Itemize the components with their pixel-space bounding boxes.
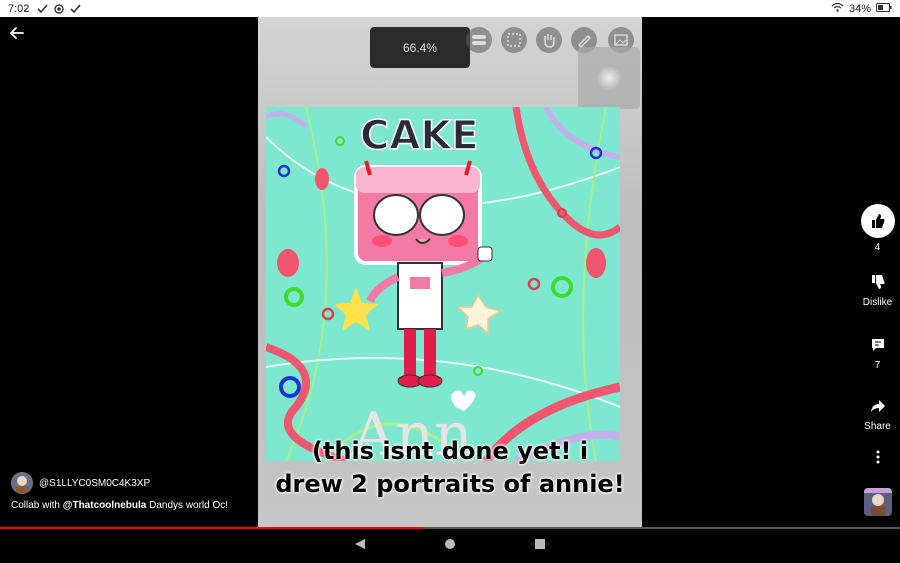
channel-row[interactable]: @S1LLYC0SM0C4K3XP [11,472,150,494]
video-frame[interactable]: 66.4% CAKE Ann (this isnt done yet! i dr… [258,17,642,527]
description-mention[interactable]: @Thatcoolnebula [63,500,147,511]
more-options-button[interactable] [855,450,900,467]
more-vert-icon [875,450,881,467]
status-bar: 7:02 34% [0,0,900,17]
art-title-text: CAKE [360,113,479,159]
color-preview [578,47,640,109]
thumbs-down-icon [870,275,886,293]
status-time: 7:02 [8,2,30,15]
share-arrow-icon [870,400,886,417]
nav-back-icon[interactable] [354,537,366,555]
dislike-button[interactable]: Dislike [855,274,900,308]
drawing-artwork: CAKE Ann [266,107,620,461]
video-description[interactable]: Collab with @Thatcoolnebula Dandys world… [11,500,228,511]
description-suffix: Dandys world Oc! [146,500,229,511]
comment-count: 7 [874,360,881,371]
share-label: Share [864,421,891,432]
comments-button[interactable]: 7 [855,337,900,371]
battery-icon [876,2,892,15]
comment-icon [870,339,886,356]
hand-icon [536,27,562,53]
sound-thumbnail[interactable] [864,488,892,516]
selection-icon [501,27,527,53]
battery-percent: 34% [848,2,871,15]
nav-home-icon[interactable] [444,537,456,555]
channel-handle[interactable]: @S1LLYC0SM0C4K3XP [39,478,150,489]
record-icon [54,3,65,14]
caption-line-1: (this isnt done yet! i [311,437,589,465]
caption-line-2: drew 2 portraits of annie! [275,470,625,498]
thumbs-up-icon [860,204,895,238]
check-icon-2 [70,4,82,13]
description-prefix: Collab with [11,500,63,511]
toggle-icon [466,27,492,53]
dislike-label: Dislike [862,297,893,308]
like-count: 4 [874,242,881,253]
system-nav-bar [0,529,900,563]
check-icon [37,4,49,13]
like-button[interactable]: 4 [855,204,900,253]
nav-recents-icon[interactable] [534,537,546,555]
wifi-icon [831,2,844,15]
avatar[interactable] [11,472,33,494]
back-arrow-icon[interactable] [8,24,26,42]
shorts-player-screen: 7:02 34% 66.4% CAKE Ann (this isnt done … [0,0,900,563]
share-button[interactable]: Share [855,398,900,432]
zoom-level-indicator: 66.4% [370,27,470,68]
